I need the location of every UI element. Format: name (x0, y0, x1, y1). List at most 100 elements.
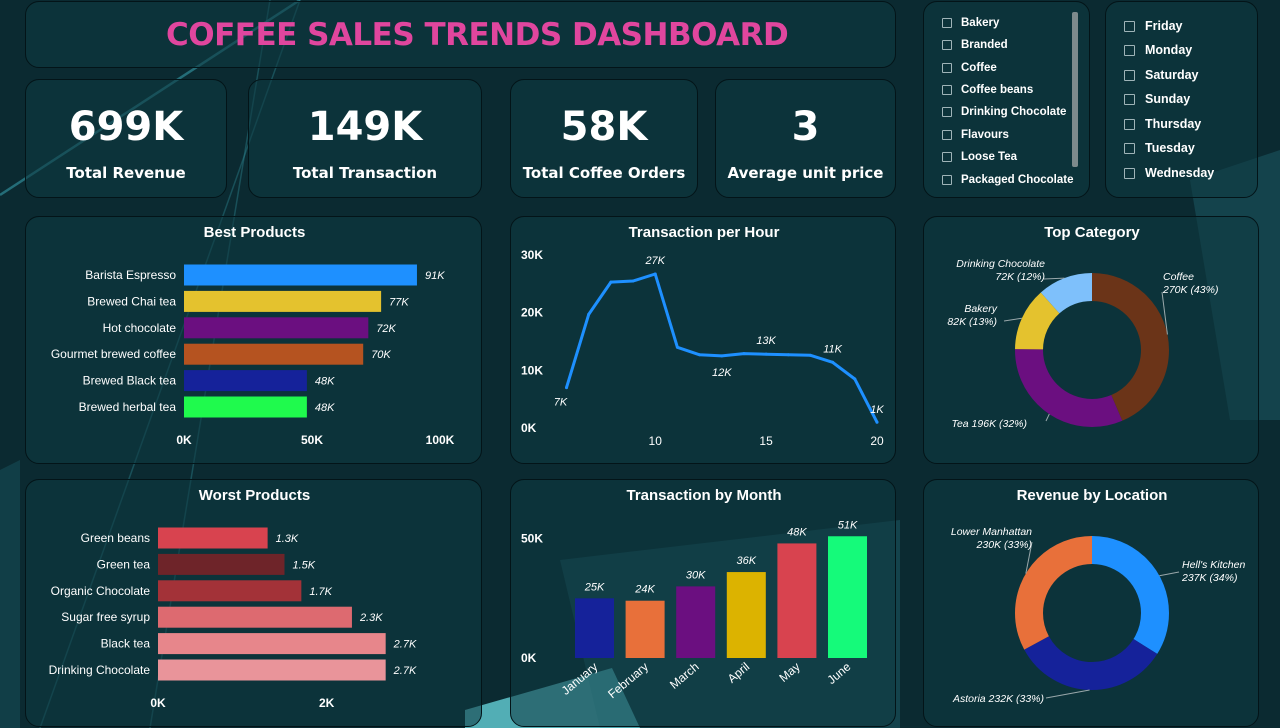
slicer-item-drinking-chocolate[interactable]: Drinking Chocolate (942, 106, 1066, 118)
transaction-per-hour-chart: Transaction per Hour 0K 10K 20K 30K 10 15 20 7K 2… (521, 224, 884, 448)
data-point (587, 312, 591, 316)
slicer-item-monday[interactable]: Monday (1124, 43, 1192, 57)
checkbox[interactable] (1124, 44, 1135, 56)
checkbox[interactable] (942, 40, 952, 50)
data-label: 48K (315, 376, 335, 388)
data-label: 48K (787, 526, 807, 538)
data-label: 48K (315, 402, 335, 414)
checkbox[interactable] (1124, 142, 1135, 154)
data-point (609, 280, 613, 284)
bar (184, 264, 417, 286)
checkbox[interactable] (942, 63, 952, 73)
data-label: 12K (712, 367, 732, 379)
data-point (720, 354, 724, 358)
checkbox[interactable] (1124, 167, 1135, 179)
data-point (764, 352, 768, 356)
data-label: 24K (634, 584, 655, 596)
slicer-item-coffee-beans[interactable]: Coffee beans (942, 84, 1033, 96)
slicer-item-label: Thursday (1145, 117, 1202, 131)
slicer-item-label: Branded (961, 39, 1008, 51)
slicer-item-label: Coffee (961, 62, 997, 74)
kpi-value: 58K (560, 104, 648, 150)
x-tick-label: 2K (319, 696, 335, 710)
slicer-item-thursday[interactable]: Thursday (1124, 117, 1201, 131)
slicer-item-friday[interactable]: Friday (1124, 19, 1183, 33)
slicer-item-sunday[interactable]: Sunday (1124, 92, 1190, 106)
slicer-item-label: Friday (1145, 19, 1183, 33)
slice-label: 82K (13%) (947, 316, 997, 328)
category-label: Brewed Black tea (83, 374, 177, 388)
kpi-card-total-revenue: 699K Total Revenue (25, 79, 227, 198)
category-label: Sugar free syrup (61, 610, 150, 624)
x-tick-label: 50K (301, 433, 323, 447)
slice-label: 270K (43%) (1162, 284, 1218, 296)
x-tick-label: 0K (176, 433, 192, 447)
day-slicer: Friday Monday Saturday Sunday Thursday T… (1105, 1, 1258, 198)
checkbox[interactable] (942, 85, 952, 95)
checkbox[interactable] (1124, 20, 1135, 32)
bar (828, 536, 867, 658)
slice-label: Drinking Chocolate (956, 258, 1045, 270)
bar (184, 317, 369, 339)
bar (158, 553, 285, 575)
bar (575, 598, 614, 658)
slice-label: Coffee (1163, 271, 1194, 283)
slicer-item-branded[interactable]: Branded (942, 39, 1008, 51)
leader-line (1003, 317, 1022, 322)
data-point (831, 360, 835, 364)
slicer-item-label: Monday (1145, 43, 1193, 57)
slicer-item-coffee[interactable]: Coffee (942, 62, 997, 74)
y-tick-label: 30K (521, 248, 543, 262)
leader-line (1045, 689, 1090, 699)
kpi-value: 3 (791, 104, 820, 150)
data-label: 91K (425, 270, 445, 282)
bar (158, 633, 386, 655)
checkbox[interactable] (942, 175, 952, 185)
data-point (698, 353, 702, 357)
data-label: 2.7K (393, 665, 417, 677)
title-panel: COFFEE SALES TRENDS DASHBOARD (25, 1, 896, 68)
chart-title: Transaction per Hour (629, 224, 780, 241)
slicer-item-saturday[interactable]: Saturday (1124, 68, 1199, 82)
data-label: 77K (389, 296, 409, 308)
y-tick-label: 0K (521, 421, 537, 435)
data-point (653, 272, 657, 276)
slicer-item-tuesday[interactable]: Tuesday (1124, 141, 1195, 155)
category-label: Green beans (81, 531, 150, 545)
slicer-item-loose-tea[interactable]: Loose Tea (942, 151, 1017, 163)
data-label: 2.7K (393, 639, 417, 651)
checkbox[interactable] (1124, 69, 1135, 81)
slicer-item-label: Coffee beans (961, 84, 1034, 96)
best-products-panel: Best Products Barista Espresso 91K Brewed C… (25, 216, 482, 464)
data-label: 7K (554, 397, 568, 409)
data-point (631, 279, 635, 283)
data-label: 51K (838, 519, 858, 531)
data-label: 27K (644, 255, 665, 267)
slicer-item-packaged-chocolate[interactable]: Packaged Chocolate (942, 174, 1073, 186)
slicer-item-wednesday[interactable]: Wednesday (1124, 166, 1214, 180)
revenue-by-location-chart: Revenue by Location Hell's Kitchen237K (3… (951, 487, 1246, 705)
kpi-value: 149K (307, 104, 423, 150)
slicer-item-flavours[interactable]: Flavours (942, 129, 1009, 141)
worst-products-chart: Worst Products Green beans 1.3K Green tea 1.… (49, 487, 417, 710)
data-label: 1.3K (276, 533, 299, 545)
checkbox[interactable] (942, 130, 952, 140)
chart-title: Worst Products (199, 487, 310, 504)
data-label: 25K (584, 581, 605, 593)
top-category-panel: Top Category Coffee 270K (43%) Tea 196K (32… (923, 216, 1259, 464)
checkbox[interactable] (1124, 93, 1135, 105)
bar (158, 659, 386, 681)
slice-label: Lower Manhattan (951, 526, 1032, 538)
data-point (853, 377, 857, 381)
data-label: 1.5K (292, 559, 315, 571)
checkbox[interactable] (942, 152, 952, 162)
slicer-item-label: Drinking Chocolate (961, 106, 1067, 118)
checkbox[interactable] (1124, 118, 1135, 130)
slicer-scrollbar[interactable] (1072, 12, 1078, 167)
checkbox[interactable] (942, 18, 952, 28)
slicer-item-label: Saturday (1145, 68, 1199, 82)
x-tick-label: May (776, 660, 802, 685)
checkbox[interactable] (942, 107, 952, 117)
slicer-item-bakery[interactable]: Bakery (942, 17, 999, 29)
slice-label: Tea 196K (32%) (952, 418, 1028, 430)
